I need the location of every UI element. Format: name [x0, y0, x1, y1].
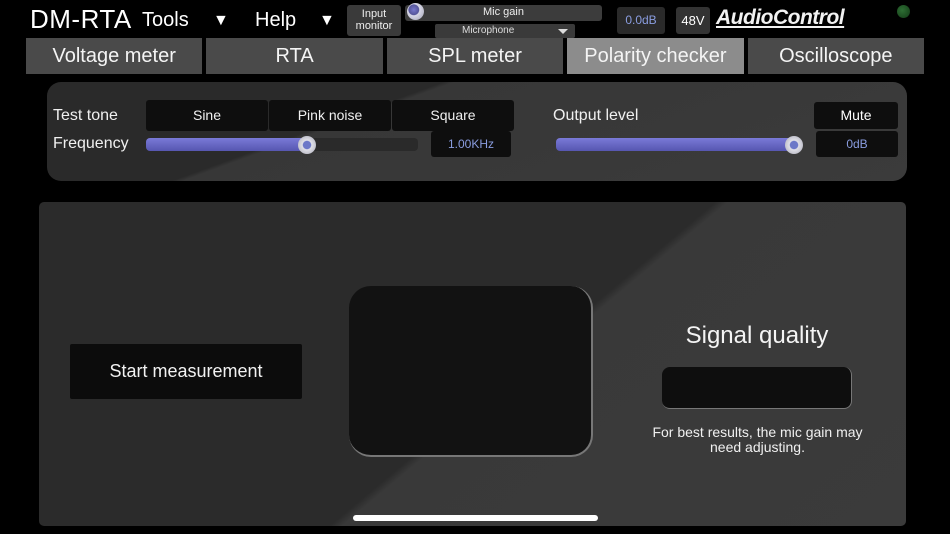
- mic-gain-readout: 0.0dB: [617, 7, 665, 34]
- status-led-icon: [897, 5, 910, 18]
- frequency-slider-fill: [146, 138, 302, 151]
- frequency-readout[interactable]: 1.00KHz: [431, 131, 511, 157]
- output-level-slider-knob[interactable]: [785, 136, 803, 154]
- tab-spl-meter[interactable]: SPL meter: [386, 38, 564, 74]
- chevron-down-icon: [558, 29, 568, 34]
- mic-gain-knob[interactable]: [407, 3, 424, 20]
- tab-rta[interactable]: RTA: [206, 38, 383, 74]
- output-level-slider[interactable]: [556, 138, 796, 151]
- mic-source-value: Microphone: [462, 25, 515, 36]
- tools-menu[interactable]: Tools: [142, 9, 189, 32]
- brand-logo: AudioControl: [716, 6, 845, 29]
- tab-polarity-checker[interactable]: Polarity checker: [567, 38, 744, 74]
- signal-quality-label: Signal quality: [685, 322, 829, 349]
- help-menu-arrow-icon[interactable]: ▼: [319, 12, 335, 30]
- tone-sine-button[interactable]: Sine: [146, 100, 268, 131]
- input-monitor-button[interactable]: Input monitor: [347, 5, 401, 36]
- mute-button[interactable]: Mute: [814, 102, 898, 129]
- frequency-slider-knob[interactable]: [298, 136, 316, 154]
- output-level-readout[interactable]: 0dB: [816, 131, 898, 157]
- phantom-power-button[interactable]: 48V: [676, 7, 710, 34]
- mic-gain-hint: For best results, the mic gain may need …: [652, 424, 863, 455]
- frequency-slider[interactable]: [146, 138, 418, 151]
- tab-voltage-meter[interactable]: Voltage meter: [26, 38, 203, 74]
- tab-oscilloscope[interactable]: Oscilloscope: [747, 38, 925, 74]
- home-indicator[interactable]: [353, 515, 598, 521]
- tab-bar: Voltage meter RTA SPL meter Polarity che…: [26, 38, 925, 74]
- tone-pink-noise-button[interactable]: Pink noise: [269, 100, 391, 131]
- start-measurement-button[interactable]: Start measurement: [70, 344, 302, 399]
- polarity-result-display: [349, 286, 593, 457]
- frequency-label: Frequency: [53, 135, 129, 152]
- mic-source-select[interactable]: Microphone: [435, 24, 575, 38]
- test-tone-label: Test tone: [53, 107, 118, 124]
- mic-gain-label: Mic gain: [483, 6, 524, 18]
- tools-menu-arrow-icon[interactable]: ▼: [213, 12, 229, 30]
- help-menu[interactable]: Help: [255, 9, 296, 32]
- output-level-slider-fill: [556, 138, 789, 151]
- tone-square-button[interactable]: Square: [392, 100, 514, 131]
- output-level-label: Output level: [553, 107, 639, 124]
- app-title: DM-RTA: [30, 4, 132, 34]
- signal-quality-indicator: [662, 367, 852, 409]
